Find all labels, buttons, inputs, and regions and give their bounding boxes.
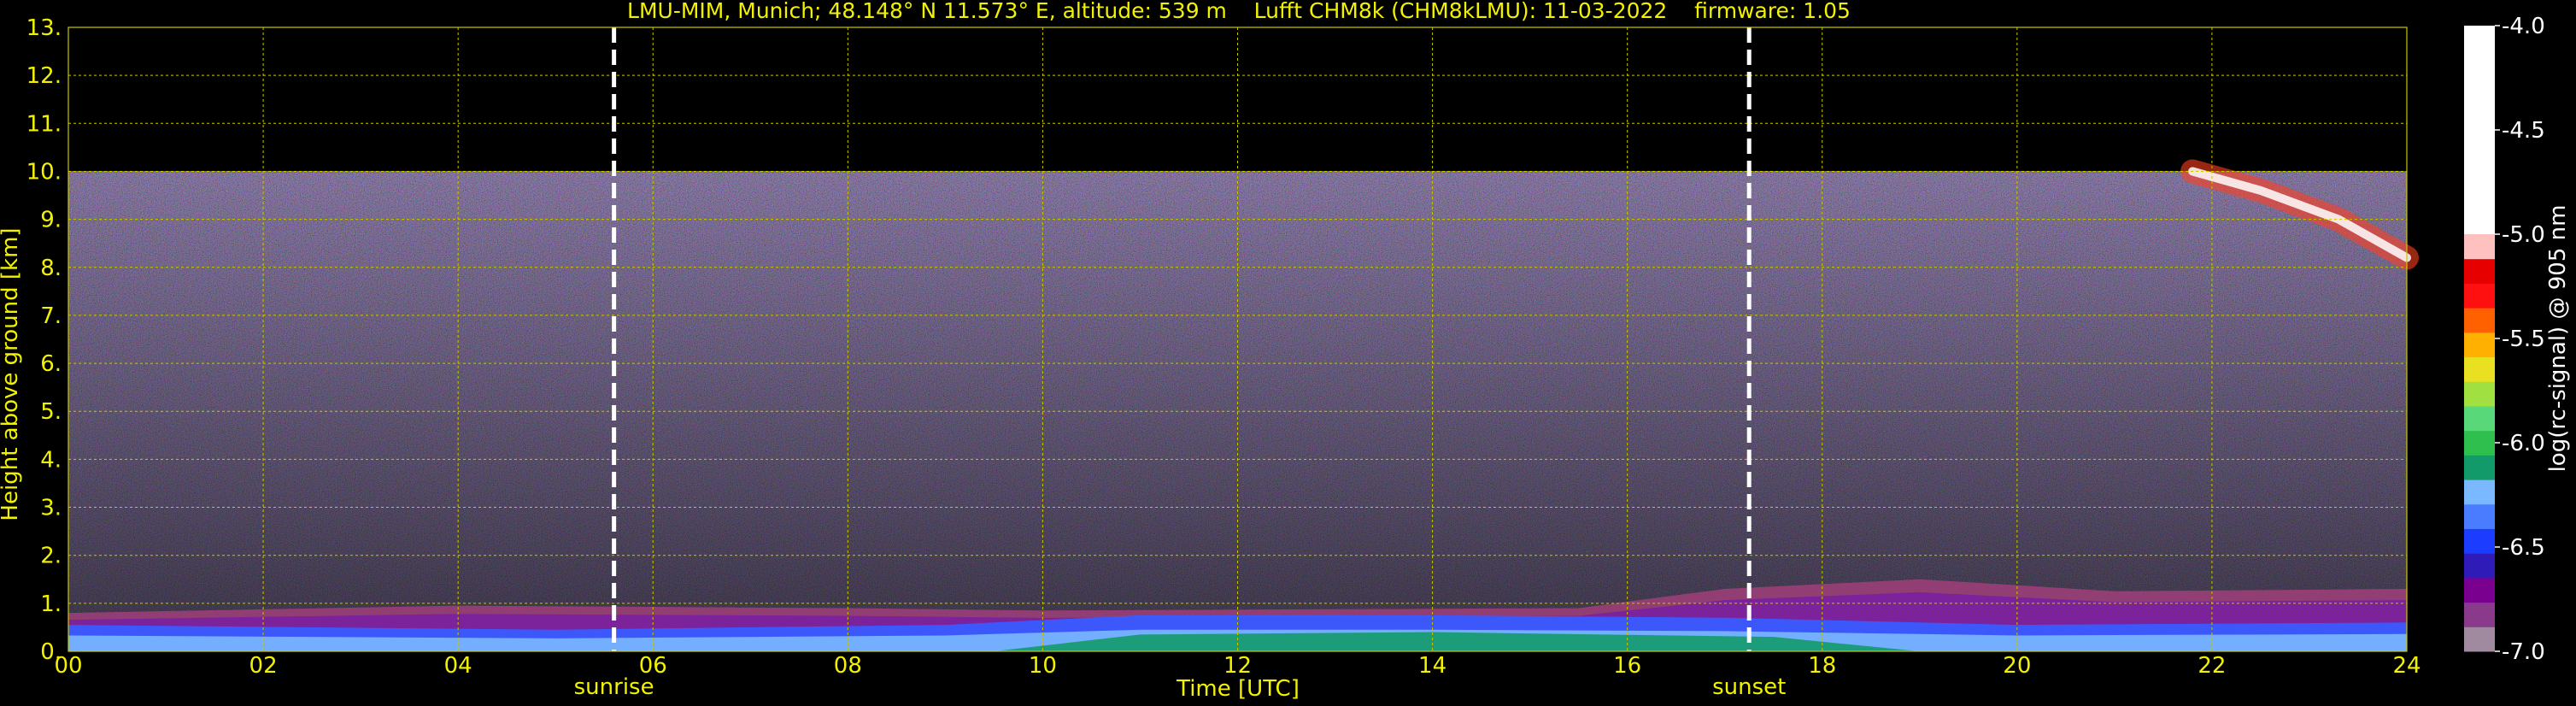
chart-title: LMU-MIM, Munich; 48.148° N 11.573° E, al… (627, 0, 1851, 23)
colorbar (2464, 26, 2495, 652)
x-tick-label: 16 (1613, 653, 1641, 679)
sunset-label: sunset (1712, 674, 1786, 700)
colorbar-tick-label: -7.0 (2502, 639, 2545, 665)
x-tick-label: 10 (1029, 653, 1057, 679)
colorbar-tick-label: -6.0 (2502, 431, 2545, 456)
y-tick-label: 1. (40, 591, 62, 617)
colorbar-segment (2464, 258, 2495, 284)
x-tick-label: 24 (2392, 653, 2421, 679)
colorbar-segment (2464, 332, 2495, 358)
y-tick-label: 11. (26, 111, 62, 137)
x-axis-label: Time [UTC] (1176, 676, 1300, 702)
colorbar-segment (2464, 405, 2495, 432)
colorbar-tick-label: -6.5 (2502, 535, 2545, 561)
x-tick-label: 18 (1808, 653, 1836, 679)
colorbar-segment (2464, 283, 2495, 309)
colorbar-segment (2464, 430, 2495, 456)
x-tick-label: 14 (1418, 653, 1446, 679)
x-tick-label: 22 (2198, 653, 2226, 679)
colorbar-segment (2464, 381, 2495, 407)
colorbar-segment (2464, 26, 2495, 234)
y-tick-label: 5. (40, 399, 62, 425)
y-tick-label: 3. (40, 496, 62, 521)
colorbar-tick-label: -4.0 (2502, 14, 2545, 39)
y-tick-label: 4. (40, 447, 62, 473)
colorbar-segment (2464, 577, 2495, 603)
x-tick-label: 04 (444, 653, 472, 679)
x-tick-label: 12 (1223, 653, 1252, 679)
y-tick-label: 6. (40, 351, 62, 377)
y-tick-label: 7. (40, 303, 62, 329)
y-tick-label: 8. (40, 256, 62, 281)
colorbar-segment (2464, 528, 2495, 554)
x-tick-label: 08 (834, 653, 862, 679)
colorbar-tick-label: -5.0 (2502, 222, 2545, 248)
x-tick-label: 02 (249, 653, 278, 679)
y-tick-label: 9. (40, 208, 62, 233)
x-tick-label: 20 (2003, 653, 2031, 679)
y-axis-label: Height above ground [km] (0, 227, 23, 521)
y-tick-label: 2. (40, 544, 62, 569)
colorbar-segment (2464, 455, 2495, 480)
colorbar-label: log(rc-signal) @ 905 nm (2545, 205, 2571, 473)
colorbar-segment (2464, 479, 2495, 505)
colorbar-segment (2464, 627, 2495, 652)
y-tick-label: 12. (26, 63, 62, 89)
colorbar-segment (2464, 308, 2495, 333)
colorbar-tick-label: -4.5 (2502, 118, 2545, 144)
colorbar-tick-label: -5.5 (2502, 327, 2545, 352)
colorbar-segment (2464, 553, 2495, 579)
colorbar-segment (2464, 503, 2495, 529)
colorbar-segment (2464, 602, 2495, 627)
colorbar-segment (2464, 234, 2495, 260)
colorbar-segment (2464, 356, 2495, 382)
sunrise-label: sunrise (574, 674, 654, 700)
y-tick-label: 13. (26, 15, 62, 41)
y-tick-label: 10. (26, 159, 62, 185)
ceilometer-chart: 00 02 04 06 08 10 12 14 16 18 20 22 24 0.1.2.3.4.5.6… (0, 0, 2576, 706)
y-tick-label: 0. (40, 639, 62, 665)
